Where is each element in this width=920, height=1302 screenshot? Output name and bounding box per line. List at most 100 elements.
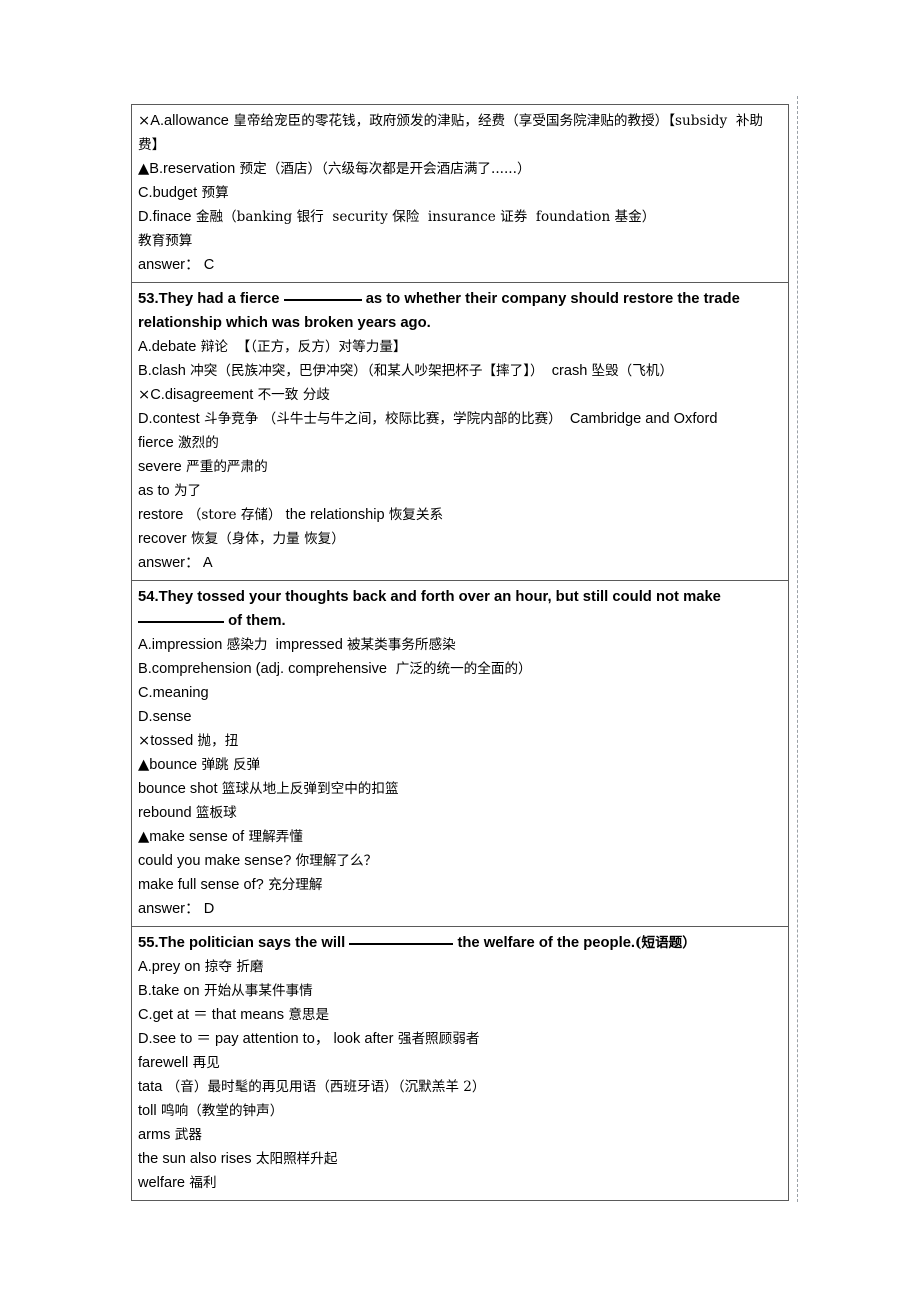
line-english: D.finace — [138, 209, 192, 225]
line-marker: ▲ — [138, 828, 150, 845]
note-line: answer： C — [138, 253, 782, 277]
line-english: A.debate — [138, 339, 197, 355]
line-english-2: impressed — [267, 637, 347, 653]
note-line: C.budget 预算 — [138, 181, 782, 205]
line-english-2: the relationship — [281, 507, 389, 523]
line-chinese: 弹跳 反弹 — [197, 757, 261, 773]
line-english: answer： A — [138, 555, 213, 571]
line-chinese: （store 存储） — [183, 507, 282, 523]
question-block: ×A.allowance 皇帝给宠臣的零花钱，政府颁发的津贴，经费（享受国务院津… — [132, 105, 788, 283]
line-english: A.allowance — [150, 113, 229, 129]
line-chinese: 再见 — [188, 1055, 220, 1071]
note-line: C.get at ＝ that means 意思是 — [138, 1003, 782, 1027]
stem-text: 55.The politician says the will — [138, 935, 350, 951]
note-line: bounce shot 篮球从地上反弹到空中的扣篮 — [138, 777, 782, 801]
line-english: arms — [138, 1127, 171, 1143]
line-chinese: 理解弄懂 — [244, 829, 303, 845]
line-chinese: 预定（酒店）（六级每次都是开会酒店满了......） — [235, 161, 531, 177]
note-line: as to 为了 — [138, 479, 782, 503]
line-english: rebound — [138, 805, 192, 821]
line-chinese: 抛，扭 — [193, 733, 239, 749]
line-english: fierce — [138, 435, 174, 451]
note-line: make full sense of? 充分理解 — [138, 873, 782, 897]
answer-blank — [138, 610, 224, 623]
line-chinese: 篮板球 — [191, 805, 237, 821]
line-chinese: 教育预算 — [138, 233, 193, 249]
note-line: B.comprehension (adj. comprehensive 广泛的统… — [138, 657, 782, 681]
line-english: toll — [138, 1103, 157, 1119]
line-chinese: 辩论 【（正方，反方）对等力量】 — [196, 339, 407, 355]
note-line: D.finace 金融（banking 银行 security 保险 insur… — [138, 205, 782, 229]
line-chinese: 斗争竞争 （斗牛士与牛之间，校际比赛，学院内部的比赛） — [199, 411, 562, 427]
line-english: bounce shot — [138, 781, 218, 797]
question-stem: 53.They had a fierce as to whether their… — [138, 287, 782, 335]
note-line: D.see to ＝ pay attention to， look after … — [138, 1027, 782, 1051]
line-english: C.get at ＝ that means — [138, 1007, 285, 1023]
note-line: ▲make sense of 理解弄懂 — [138, 825, 782, 849]
line-english: D.sense — [138, 709, 192, 725]
note-line: the sun also rises 太阳照样升起 — [138, 1147, 782, 1171]
line-chinese: 福利 — [185, 1175, 217, 1191]
note-line: B.take on 开始从事某件事情 — [138, 979, 782, 1003]
question-block: 54.They tossed your thoughts back and fo… — [132, 581, 788, 927]
line-marker: ▲ — [138, 756, 150, 773]
line-chinese: 篮球从地上反弹到空中的扣篮 — [217, 781, 399, 797]
question-stem: 54.They tossed your thoughts back and fo… — [138, 585, 782, 633]
line-chinese: 感染力 — [222, 637, 268, 653]
line-chinese: 皇帝给宠臣的零花钱，政府颁发的津贴，经费（享受国务院津贴的教授）【subsidy… — [138, 113, 764, 153]
line-chinese-2: 被某类事务所感染 — [346, 637, 456, 653]
line-english: answer： C — [138, 257, 215, 273]
note-line: D.contest 斗争竞争 （斗牛士与牛之间，校际比赛，学院内部的比赛） Ca… — [138, 407, 782, 431]
line-english: tata — [138, 1079, 163, 1095]
line-chinese: 恢复（身体，力量 恢复） — [186, 531, 345, 547]
note-line: toll 鸣响（教堂的钟声） — [138, 1099, 782, 1123]
note-line: ×tossed 抛，扭 — [138, 729, 782, 753]
line-marker: × — [138, 112, 151, 129]
line-chinese-2: 坠毁（飞机） — [591, 363, 674, 379]
note-line: A.debate 辩论 【（正方，反方）对等力量】 — [138, 335, 782, 359]
note-line: D.sense — [138, 705, 782, 729]
line-chinese-2: 恢复关系 — [388, 507, 444, 523]
line-chinese: 充分理解 — [263, 877, 323, 893]
line-chinese: 激烈的 — [173, 435, 219, 451]
stem-text: 54.They tossed your thoughts back and fo… — [138, 589, 726, 605]
note-line: ▲B.reservation 预定（酒店）（六级每次都是开会酒店满了......… — [138, 157, 782, 181]
line-english: A.prey on — [138, 959, 201, 975]
note-line: answer： D — [138, 897, 782, 921]
note-line: ▲bounce 弹跳 反弹 — [138, 753, 782, 777]
line-english: tossed — [150, 733, 194, 749]
line-marker: × — [138, 732, 151, 749]
question-stem: 55.The politician says the will the welf… — [138, 931, 782, 955]
note-line: ×C.disagreement 不一致 分歧 — [138, 383, 782, 407]
notes-table: ×A.allowance 皇帝给宠臣的零花钱，政府颁发的津贴，经费（享受国务院津… — [131, 104, 789, 1201]
line-chinese: 为了 — [169, 483, 202, 499]
line-english: make full sense of? — [138, 877, 264, 893]
line-chinese: 武器 — [170, 1127, 202, 1143]
question-block: 55.The politician says the will the welf… — [132, 927, 788, 1200]
line-english: make sense of — [149, 829, 245, 845]
answer-blank — [349, 932, 454, 945]
line-english: as to — [138, 483, 170, 499]
line-english: C.budget — [138, 185, 198, 201]
note-line: tata （音）最时髦的再见用语（西班牙语）（沉默羔羊 2） — [138, 1075, 782, 1099]
note-line: 教育预算 — [138, 229, 782, 253]
stem-text: the welfare of the people. — [453, 935, 636, 951]
line-english: C.disagreement — [150, 387, 254, 403]
line-english: severe — [138, 459, 182, 475]
line-chinese: 鸣响（教堂的钟声） — [156, 1103, 284, 1119]
line-chinese: 预算 — [197, 185, 229, 201]
line-chinese: 不一致 分歧 — [253, 387, 330, 403]
note-line: A.impression 感染力 impressed 被某类事务所感染 — [138, 633, 782, 657]
note-line: ×A.allowance 皇帝给宠臣的零花钱，政府颁发的津贴，经费（享受国务院津… — [138, 109, 782, 157]
line-english-2: Cambridge and Oxford — [561, 411, 718, 427]
note-line: recover 恢复（身体，力量 恢复） — [138, 527, 782, 551]
stem-note-cjk: (短语题） — [635, 935, 696, 951]
line-chinese: 掠夺 折磨 — [200, 959, 264, 975]
line-chinese: 金融（banking 银行 security 保险 insurance 证券 f… — [191, 209, 656, 225]
line-english: C.meaning — [138, 685, 209, 701]
line-chinese: 强者照顾弱者 — [393, 1031, 480, 1047]
note-line: welfare 福利 — [138, 1171, 782, 1195]
line-english: answer： D — [138, 901, 215, 917]
line-english: bounce — [149, 757, 198, 773]
line-english: B.comprehension (adj. comprehensive — [138, 661, 388, 677]
